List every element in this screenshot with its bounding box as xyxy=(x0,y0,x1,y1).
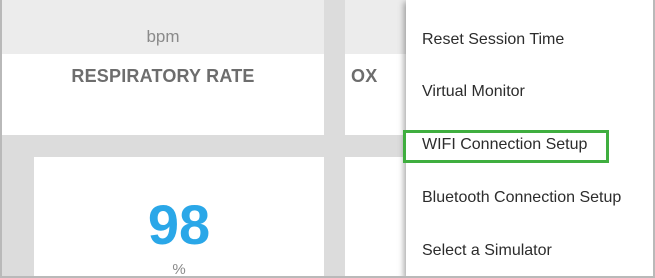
spo2-panel: 98 % xyxy=(34,157,324,278)
menu-item-wifi-connection-setup[interactable]: WIFI Connection Setup xyxy=(406,119,653,171)
menu-item-virtual-monitor[interactable]: Virtual Monitor xyxy=(406,66,653,118)
respiratory-rate-panel: bpm RESPIRATORY RATE xyxy=(2,0,324,135)
respiratory-label-box: RESPIRATORY RATE xyxy=(2,54,324,135)
app-frame: bpm RESPIRATORY RATE OX 98 % Reset Sessi… xyxy=(0,0,655,278)
spo2-unit: % xyxy=(172,261,186,278)
overflow-menu: Reset Session Time Virtual Monitor WIFI … xyxy=(406,0,653,276)
respiratory-unit-label: bpm xyxy=(146,27,180,46)
menu-item-bluetooth-connection-setup[interactable]: Bluetooth Connection Setup xyxy=(406,172,653,224)
menu-item-reset-session-time[interactable]: Reset Session Time xyxy=(406,14,653,66)
respiratory-rate-title: RESPIRATORY RATE xyxy=(71,66,255,86)
menu-item-select-simulator[interactable]: Select a Simulator xyxy=(406,225,653,276)
spo2-value: 98 xyxy=(147,193,211,256)
